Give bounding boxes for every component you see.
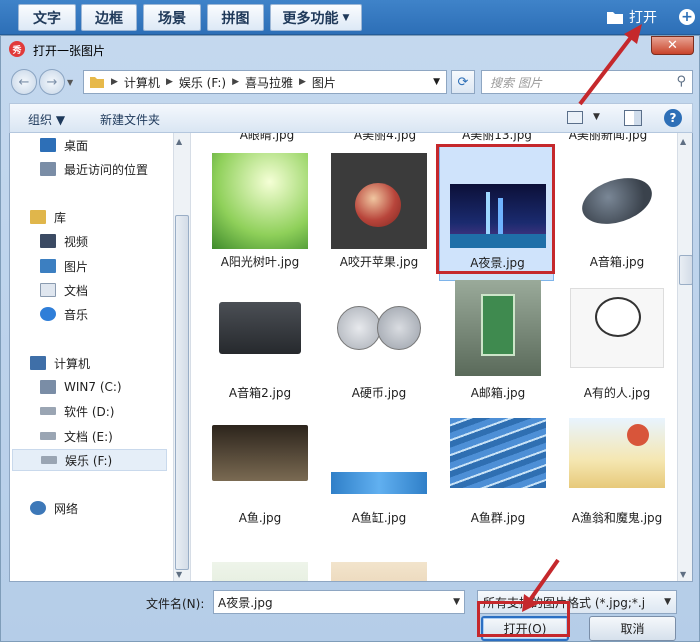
arrow-to-open-button: [528, 558, 560, 602]
annotation-arrows: [522, 24, 642, 612]
arrow-to-open-top: [578, 34, 634, 106]
